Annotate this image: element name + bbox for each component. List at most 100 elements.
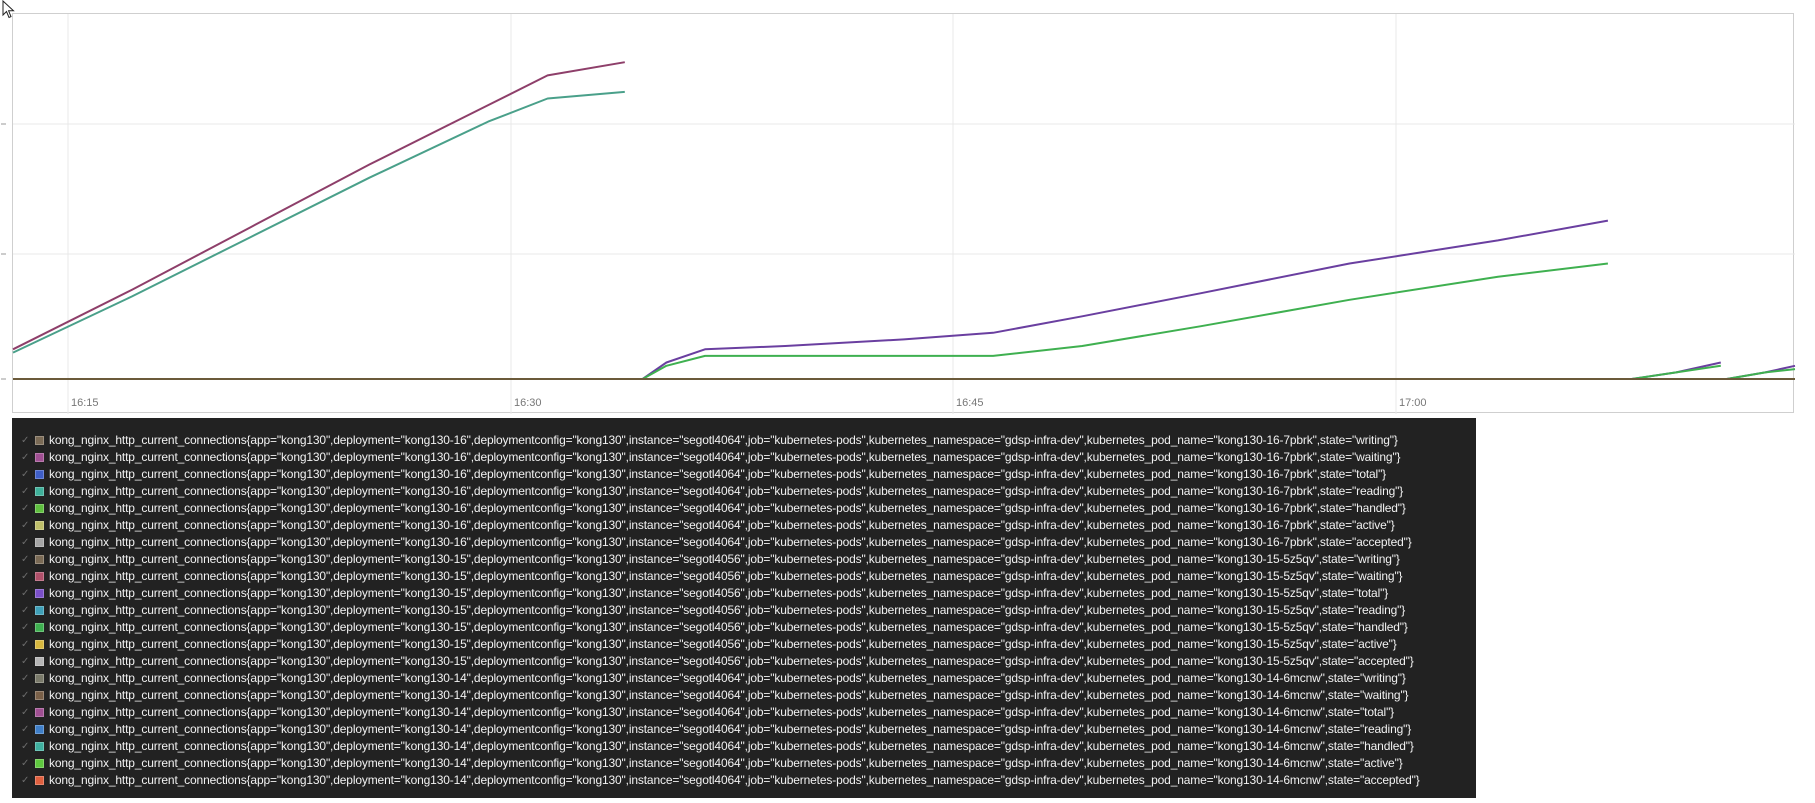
legend-label: kong_nginx_http_current_connections{app=…	[49, 688, 1409, 702]
series-line[interactable]	[12, 61, 625, 351]
series-color-swatch	[35, 708, 44, 717]
legend-item[interactable]: ✓ kong_nginx_http_current_connections{app…	[12, 687, 1476, 704]
series-color-swatch	[35, 453, 44, 462]
series-color-swatch	[35, 674, 44, 683]
series-line[interactable]	[624, 262, 1609, 380]
legend-item[interactable]: ✓ kong_nginx_http_current_connections{app…	[12, 517, 1476, 534]
checkmark-icon[interactable]: ✓	[21, 636, 31, 653]
legend-label: kong_nginx_http_current_connections{app=…	[49, 654, 1414, 668]
checkmark-icon[interactable]: ✓	[21, 653, 31, 670]
legend-item[interactable]: ✓ kong_nginx_http_current_connections{app…	[12, 483, 1476, 500]
series-color-swatch	[35, 759, 44, 768]
series-color-swatch	[35, 589, 44, 598]
checkmark-icon[interactable]: ✓	[21, 500, 31, 517]
legend-label: kong_nginx_http_current_connections{app=…	[49, 586, 1389, 600]
legend-label: kong_nginx_http_current_connections{app=…	[49, 756, 1403, 770]
legend-label: kong_nginx_http_current_connections{app=…	[49, 569, 1403, 583]
chart-series	[12, 61, 1796, 380]
checkmark-icon[interactable]: ✓	[21, 772, 31, 789]
legend-label: kong_nginx_http_current_connections{app=…	[49, 739, 1414, 753]
legend-label: kong_nginx_http_current_connections{app=…	[49, 484, 1404, 498]
checkmark-icon[interactable]: ✓	[21, 483, 31, 500]
series-color-swatch	[35, 640, 44, 649]
x-tick-label: 16:30	[514, 397, 542, 409]
x-tick-label: 16:45	[956, 397, 984, 409]
legend-label: kong_nginx_http_current_connections{app=…	[49, 450, 1401, 464]
legend-item[interactable]: ✓ kong_nginx_http_current_connections{app…	[12, 466, 1476, 483]
legend-item[interactable]: ✓ kong_nginx_http_current_connections{app…	[12, 619, 1476, 636]
mouse-cursor-icon	[2, 0, 15, 19]
legend-item[interactable]: ✓ kong_nginx_http_current_connections{app…	[12, 568, 1476, 585]
legend-item[interactable]: ✓ kong_nginx_http_current_connections{app…	[12, 432, 1476, 449]
legend-label: kong_nginx_http_current_connections{app=…	[49, 637, 1397, 651]
series-color-swatch	[35, 691, 44, 700]
graph-legend: ✓ kong_nginx_http_current_connections{app…	[12, 418, 1476, 798]
checkmark-icon[interactable]: ✓	[21, 738, 31, 755]
series-color-swatch	[35, 572, 44, 581]
series-color-swatch	[35, 657, 44, 666]
series-color-swatch	[35, 521, 44, 530]
legend-label: kong_nginx_http_current_connections{app=…	[49, 467, 1387, 481]
series-color-swatch	[35, 606, 44, 615]
legend-item[interactable]: ✓ kong_nginx_http_current_connections{app…	[12, 449, 1476, 466]
checkmark-icon[interactable]: ✓	[21, 602, 31, 619]
line-chart[interactable]: 16:15 16:30 16:45 17:00	[1, 14, 1796, 414]
series-color-swatch	[35, 555, 44, 564]
series-color-swatch	[35, 470, 44, 479]
legend-item[interactable]: ✓ kong_nginx_http_current_connections{app…	[12, 551, 1476, 568]
series-color-swatch	[35, 504, 44, 513]
legend-item[interactable]: ✓ kong_nginx_http_current_connections{app…	[12, 585, 1476, 602]
legend-label: kong_nginx_http_current_connections{app=…	[49, 603, 1406, 617]
legend-label: kong_nginx_http_current_connections{app=…	[49, 722, 1412, 736]
legend-item[interactable]: ✓ kong_nginx_http_current_connections{app…	[12, 602, 1476, 619]
checkmark-icon[interactable]: ✓	[21, 551, 31, 568]
series-line[interactable]	[1726, 368, 1796, 380]
legend-label: kong_nginx_http_current_connections{app=…	[49, 773, 1420, 787]
legend-item[interactable]: ✓ kong_nginx_http_current_connections{app…	[12, 704, 1476, 721]
series-color-swatch	[35, 776, 44, 785]
legend-item[interactable]: ✓ kong_nginx_http_current_connections{app…	[12, 721, 1476, 738]
legend-item[interactable]: ✓ kong_nginx_http_current_connections{app…	[12, 636, 1476, 653]
checkmark-icon[interactable]: ✓	[21, 517, 31, 534]
series-color-swatch	[35, 742, 44, 751]
legend-label: kong_nginx_http_current_connections{app=…	[49, 433, 1398, 447]
checkmark-icon[interactable]: ✓	[21, 704, 31, 721]
legend-item[interactable]: ✓ kong_nginx_http_current_connections{app…	[12, 670, 1476, 687]
chart-axes: 16:15 16:30 16:45 17:00	[1, 123, 1427, 409]
checkmark-icon[interactable]: ✓	[21, 432, 31, 449]
graph-panel[interactable]: 16:15 16:30 16:45 17:00	[1, 13, 1796, 414]
legend-item[interactable]: ✓ kong_nginx_http_current_connections{app…	[12, 738, 1476, 755]
legend-label: kong_nginx_http_current_connections{app=…	[49, 705, 1395, 719]
checkmark-icon[interactable]: ✓	[21, 466, 31, 483]
checkmark-icon[interactable]: ✓	[21, 449, 31, 466]
legend-label: kong_nginx_http_current_connections{app=…	[49, 501, 1406, 515]
legend-item[interactable]: ✓ kong_nginx_http_current_connections{app…	[12, 755, 1476, 772]
series-line[interactable]	[12, 90, 625, 354]
checkmark-icon[interactable]: ✓	[21, 721, 31, 738]
checkmark-icon[interactable]: ✓	[21, 534, 31, 551]
legend-label: kong_nginx_http_current_connections{app=…	[49, 518, 1395, 532]
legend-label: kong_nginx_http_current_connections{app=…	[49, 535, 1412, 549]
legend-label: kong_nginx_http_current_connections{app=…	[49, 671, 1406, 685]
legend-item[interactable]: ✓ kong_nginx_http_current_connections{app…	[12, 500, 1476, 517]
legend-label: kong_nginx_http_current_connections{app=…	[49, 552, 1400, 566]
series-color-swatch	[35, 436, 44, 445]
prometheus-graph-view: 16:15 16:30 16:45 17:00 ✓ kong_nginx_http_cu…	[0, 0, 1815, 803]
checkmark-icon[interactable]: ✓	[21, 755, 31, 772]
checkmark-icon[interactable]: ✓	[21, 585, 31, 602]
series-color-swatch	[35, 538, 44, 547]
series-color-swatch	[35, 487, 44, 496]
series-line[interactable]	[1631, 364, 1721, 380]
legend-label: kong_nginx_http_current_connections{app=…	[49, 620, 1408, 634]
series-color-swatch	[35, 725, 44, 734]
chart-grid	[13, 14, 1795, 414]
legend-item[interactable]: ✓ kong_nginx_http_current_connections{app…	[12, 534, 1476, 551]
legend-item[interactable]: ✓ kong_nginx_http_current_connections{app…	[12, 772, 1476, 789]
x-tick-label: 16:15	[71, 397, 99, 409]
x-tick-label: 17:00	[1399, 397, 1427, 409]
checkmark-icon[interactable]: ✓	[21, 687, 31, 704]
checkmark-icon[interactable]: ✓	[21, 619, 31, 636]
checkmark-icon[interactable]: ✓	[21, 568, 31, 585]
checkmark-icon[interactable]: ✓	[21, 670, 31, 687]
legend-item[interactable]: ✓ kong_nginx_http_current_connections{app…	[12, 653, 1476, 670]
